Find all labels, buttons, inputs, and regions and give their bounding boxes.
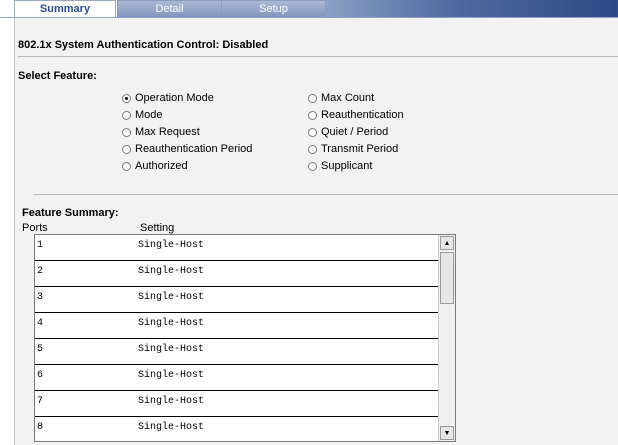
radio-max-count[interactable]: Max Count xyxy=(308,91,374,105)
radio-label: Transmit Period xyxy=(321,143,399,155)
tab-strip-background xyxy=(320,0,618,18)
radio-button[interactable] xyxy=(308,93,317,103)
radio-max-request[interactable]: Max Request xyxy=(122,125,200,139)
radio-label: Authorized xyxy=(135,160,188,172)
table-row[interactable]: 8 Single-Host xyxy=(35,417,438,441)
port-cell: 6 xyxy=(37,370,44,381)
scroll-down-arrow-icon[interactable]: ▼ xyxy=(440,426,454,440)
radio-button[interactable] xyxy=(308,127,317,137)
radio-button[interactable] xyxy=(122,110,131,120)
table-row[interactable]: 2 Single-Host xyxy=(35,261,438,287)
port-cell: 4 xyxy=(37,318,44,329)
radio-operation-mode[interactable]: Operation Mode xyxy=(122,91,214,105)
setting-cell: Single-Host xyxy=(138,370,205,381)
tab-summary[interactable]: Summary xyxy=(14,0,116,18)
scroll-up-arrow-icon[interactable]: ▲ xyxy=(440,236,454,250)
feature-summary-title: Feature Summary: xyxy=(22,207,119,219)
radio-button[interactable] xyxy=(122,144,131,154)
radio-button[interactable] xyxy=(122,93,131,103)
feature-divider xyxy=(34,194,618,195)
auth-control-status: 802.1x System Authentication Control: Di… xyxy=(18,39,269,51)
select-feature-title: Select Feature: xyxy=(18,70,97,82)
setting-cell: Single-Host xyxy=(138,318,205,329)
tab-detail[interactable]: Detail xyxy=(117,0,222,18)
table-row[interactable]: 6 Single-Host xyxy=(35,365,438,391)
setting-cell: Single-Host xyxy=(138,292,205,303)
radio-label: Supplicant xyxy=(321,160,373,172)
scrollbar-thumb[interactable] xyxy=(440,252,454,304)
radio-authorized[interactable]: Authorized xyxy=(122,159,188,173)
setting-cell: Single-Host xyxy=(138,266,205,277)
port-cell: 5 xyxy=(37,344,44,355)
radio-reauthentication[interactable]: Reauthentication xyxy=(308,108,404,122)
table-row[interactable]: 1 Single-Host xyxy=(35,235,438,261)
radio-button[interactable] xyxy=(122,161,131,171)
radio-button[interactable] xyxy=(308,110,317,120)
radio-supplicant[interactable]: Supplicant xyxy=(308,159,372,173)
table-row[interactable]: 4 Single-Host xyxy=(35,313,438,339)
radio-label: Reauthentication xyxy=(321,109,404,121)
radio-quiet-period[interactable]: Quiet / Period xyxy=(308,125,388,139)
radio-label: Operation Mode xyxy=(135,92,214,104)
port-cell: 7 xyxy=(37,396,44,407)
column-header-ports: Ports xyxy=(22,222,48,234)
setting-cell: Single-Host xyxy=(138,344,205,355)
port-cell: 2 xyxy=(37,266,44,277)
setting-cell: Single-Host xyxy=(138,396,205,407)
radio-reauthentication-period[interactable]: Reauthentication Period xyxy=(122,142,252,156)
radio-mode[interactable]: Mode xyxy=(122,108,163,122)
table-row[interactable]: 5 Single-Host xyxy=(35,339,438,365)
feature-summary-listbox[interactable]: 1 Single-Host 2 Single-Host 3 Single-Hos… xyxy=(34,234,456,442)
table-row[interactable]: 7 Single-Host xyxy=(35,391,438,417)
radio-label: Quiet / Period xyxy=(321,126,389,138)
radio-label: Reauthentication Period xyxy=(135,143,253,155)
setting-cell: Single-Host xyxy=(138,240,205,251)
radio-button[interactable] xyxy=(122,127,131,137)
setting-cell: Single-Host xyxy=(138,422,205,433)
listbox-scrollbar[interactable]: ▲ ▼ xyxy=(438,235,455,441)
table-row[interactable]: 3 Single-Host xyxy=(35,287,438,313)
port-cell: 1 xyxy=(37,240,44,251)
column-header-setting: Setting xyxy=(140,222,175,234)
tab-setup[interactable]: Setup xyxy=(221,0,326,18)
tab-bar: Summary Detail Setup xyxy=(0,0,618,18)
status-divider xyxy=(18,56,618,57)
radio-transmit-period[interactable]: Transmit Period xyxy=(308,142,398,156)
port-cell: 8 xyxy=(37,422,44,433)
radio-button[interactable] xyxy=(308,144,317,154)
radio-label: Max Request xyxy=(135,126,200,138)
port-cell: 3 xyxy=(37,292,44,303)
radio-label: Mode xyxy=(135,109,163,121)
radio-button[interactable] xyxy=(308,161,317,171)
radio-label: Max Count xyxy=(321,92,375,104)
